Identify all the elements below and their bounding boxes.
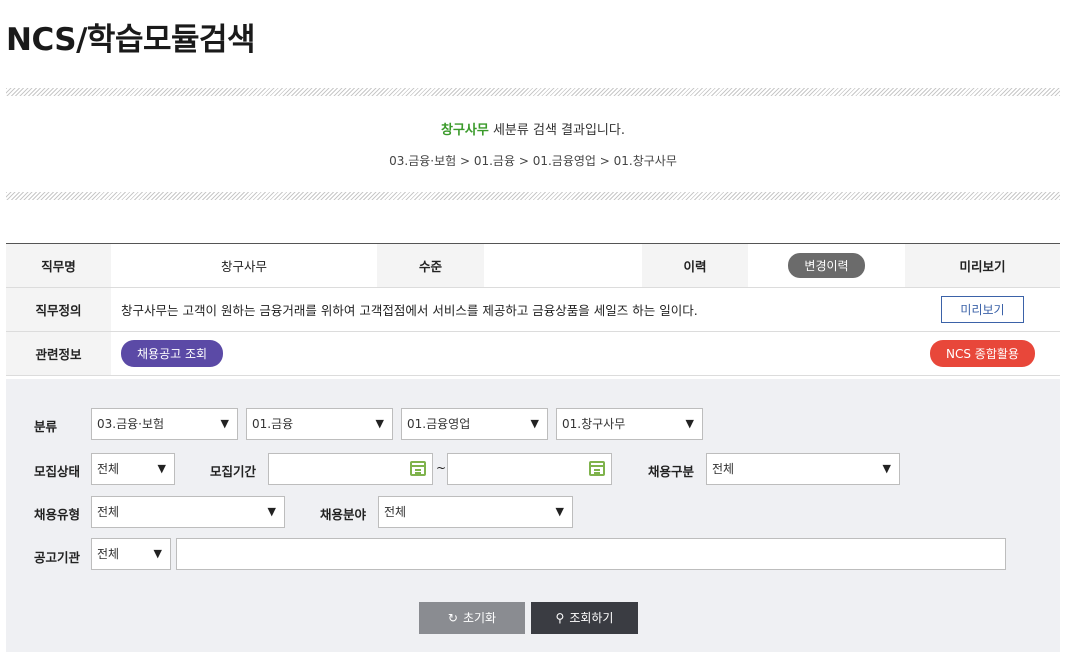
table-row: 관련정보 채용공고 조회 NCS 종합활용: [6, 331, 1060, 376]
period-start-input[interactable]: [268, 453, 433, 485]
history-cell: 변경이력: [748, 243, 905, 288]
recruit-search-button[interactable]: 채용공고 조회: [121, 340, 224, 367]
preview-cell: 미리보기: [905, 287, 1060, 332]
history-button[interactable]: 변경이력: [788, 253, 865, 278]
search-button[interactable]: ⚲ 조회하기: [531, 602, 638, 634]
result-suffix: 세분류 검색 결과입니다.: [488, 123, 625, 138]
job-name-label: 직무명: [6, 243, 111, 288]
chevron-down-icon: ▼: [685, 417, 694, 430]
calendar-icon[interactable]: [589, 461, 605, 476]
chevron-down-icon: ▼: [220, 417, 229, 430]
category-select-2[interactable]: 01.금융 ▼: [246, 408, 393, 440]
chevron-down-icon: ▼: [267, 505, 276, 518]
ncs-cell: NCS 종합활용: [905, 331, 1060, 376]
result-message: 창구사무 세분류 검색 결과입니다.: [6, 119, 1060, 138]
field-label: 채용분야: [320, 507, 367, 522]
category-label: 분류: [34, 419, 58, 434]
definition-label: 직무정의: [6, 287, 111, 332]
chevron-down-icon: ▼: [375, 417, 384, 430]
category-select-3[interactable]: 01.금융영업 ▼: [401, 408, 548, 440]
reset-button[interactable]: ↻ 초기화: [419, 602, 525, 634]
result-summary: 창구사무 세분류 검색 결과입니다. 03.금융·보험 > 01.금융 > 01…: [6, 108, 1060, 188]
related-cell: 채용공고 조회: [111, 331, 905, 376]
preview-button[interactable]: 미리보기: [941, 296, 1024, 323]
preview-header: 미리보기: [905, 243, 1060, 288]
related-label: 관련정보: [6, 331, 111, 376]
employment-type-select[interactable]: 전체 ▼: [91, 496, 285, 528]
period-end-input[interactable]: [447, 453, 612, 485]
chevron-down-icon: ▼: [882, 462, 891, 475]
level-value: [484, 243, 642, 288]
table-row: 직무명 창구사무 수준 이력 변경이력 미리보기: [6, 243, 1060, 288]
hire-type-select[interactable]: 전체 ▼: [706, 453, 900, 485]
definition-value: 창구사무는 고객이 원하는 금융거래를 위하여 고객접점에서 서비스를 제공하고…: [111, 287, 905, 332]
employment-type-label: 채용유형: [34, 507, 81, 522]
history-label: 이력: [642, 243, 748, 288]
agency-select[interactable]: 전체 ▼: [91, 538, 171, 570]
ncs-utilization-button[interactable]: NCS 종합활용: [930, 340, 1035, 367]
status-label: 모집상태: [34, 464, 81, 479]
breadcrumb: 03.금융·보험 > 01.금융 > 01.금융영업 > 01.창구사무: [389, 154, 677, 168]
category-select-4[interactable]: 01.창구사무 ▼: [556, 408, 703, 440]
divider-bottom: [6, 192, 1060, 200]
refresh-icon: ↻: [447, 611, 458, 625]
search-panel: 분류 03.금융·보험 ▼ 01.금융 ▼ 01.금융영업 ▼ 01.창구사무 ▼ 모집…: [6, 379, 1060, 652]
chevron-down-icon: ▼: [530, 417, 539, 430]
chevron-down-icon: ▼: [157, 462, 166, 475]
status-select[interactable]: 전체 ▼: [91, 453, 175, 485]
table-row: 직무정의 창구사무는 고객이 원하는 금융거래를 위하여 고객접점에서 서비스를…: [6, 287, 1060, 332]
page-title: NCS/학습모듈검색: [6, 22, 256, 58]
chevron-down-icon: ▼: [153, 547, 162, 560]
hire-type-label: 채용구분: [648, 464, 695, 479]
period-tilde: ~: [436, 461, 447, 475]
calendar-icon[interactable]: [410, 461, 426, 476]
period-label: 모집기간: [210, 464, 257, 479]
result-highlight: 창구사무: [441, 123, 489, 138]
chevron-down-icon: ▼: [555, 505, 564, 518]
level-label: 수준: [377, 243, 484, 288]
divider-top: [6, 88, 1060, 96]
job-info-table: 직무명 창구사무 수준 이력 변경이력 미리보기 직무정의 창구사무는 고객이 …: [6, 243, 1060, 376]
job-name-value: 창구사무: [111, 243, 377, 288]
search-icon: ⚲: [555, 611, 565, 625]
agency-label: 공고기관: [34, 550, 81, 565]
agency-input[interactable]: [176, 538, 1006, 570]
field-select[interactable]: 전체 ▼: [378, 496, 573, 528]
category-select-1[interactable]: 03.금융·보험 ▼: [91, 408, 238, 440]
